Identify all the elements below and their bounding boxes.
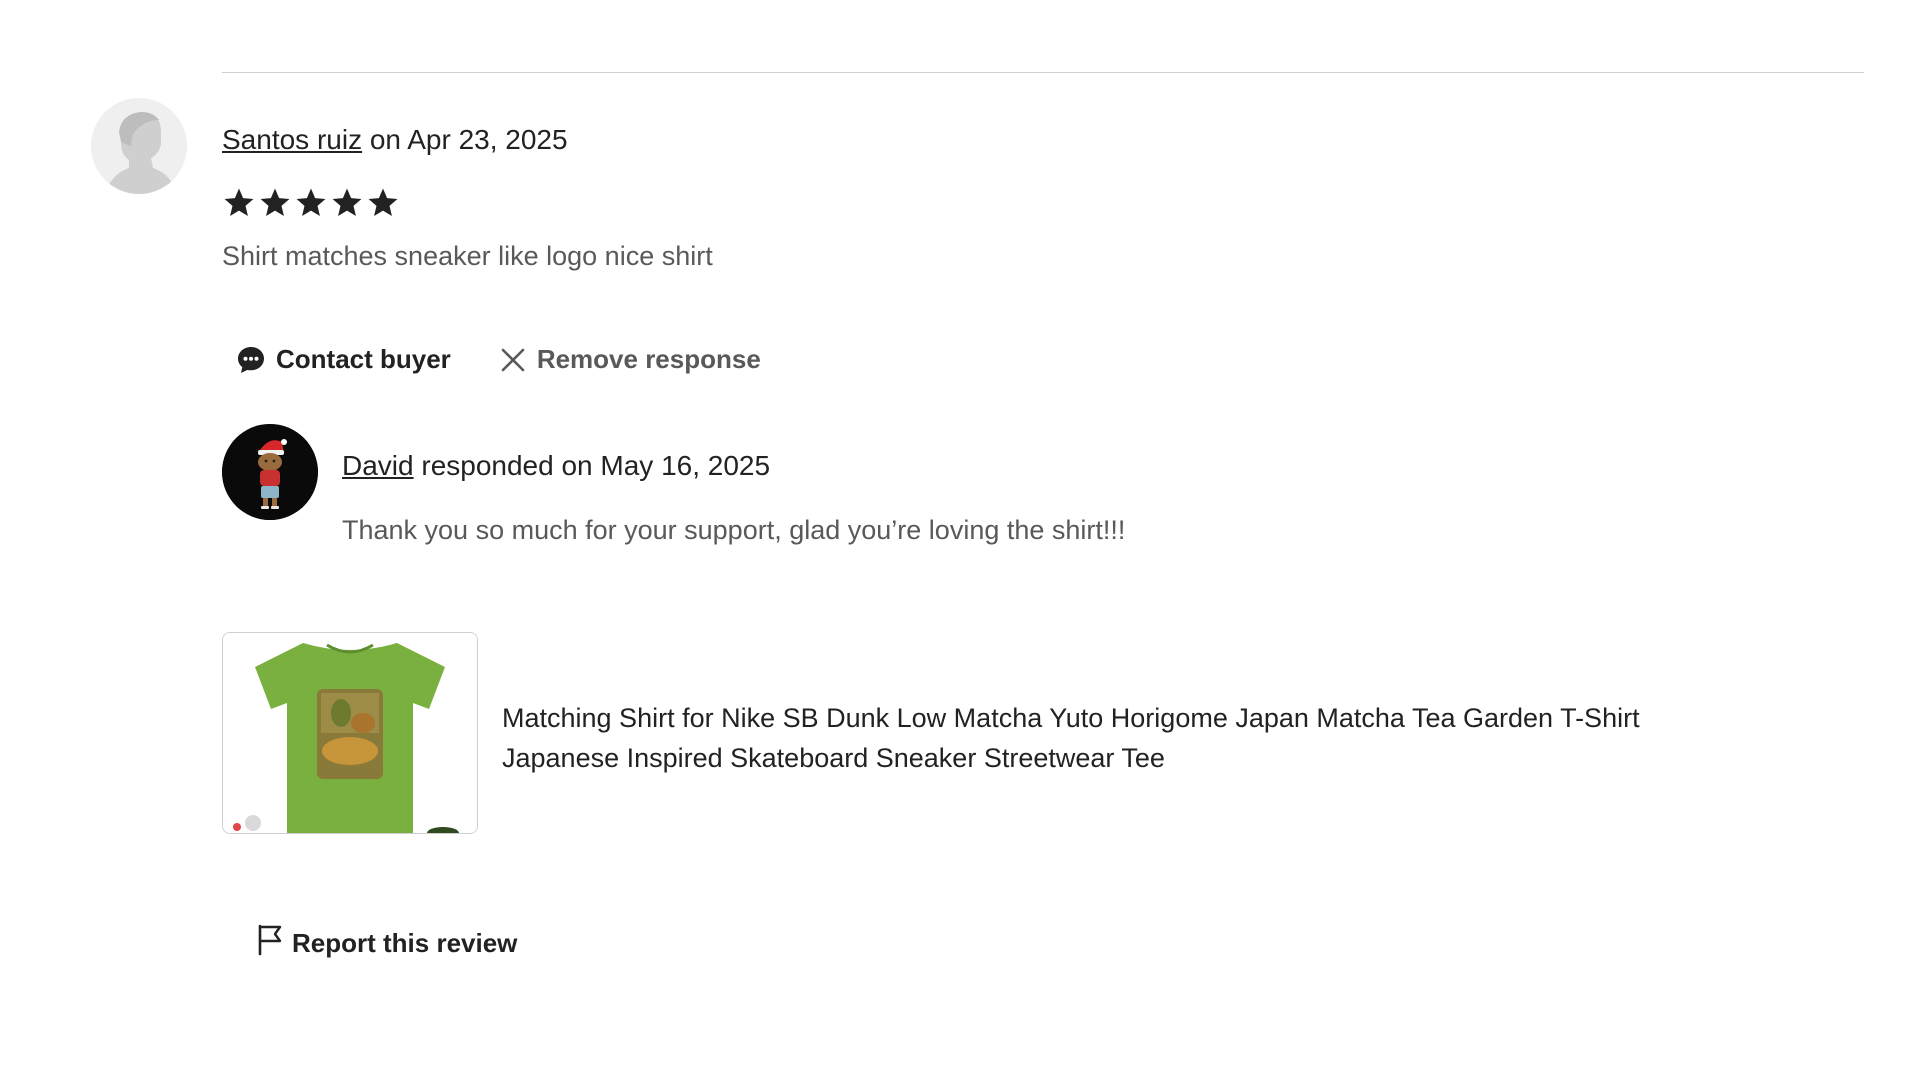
product-title-line-2: Japanese Inspired Skateboard Sneaker Str… (502, 743, 1165, 773)
default-avatar-icon (91, 98, 187, 194)
review-actions: Contact buyer Remove response (236, 344, 761, 375)
chat-bubble-icon (236, 345, 266, 375)
review-page: Santos ruiz on Apr 23, 2025 Shirt matche… (0, 0, 1920, 1080)
divider (222, 72, 1864, 73)
response-date: responded on May 16, 2025 (413, 450, 771, 481)
star-icon (366, 186, 400, 220)
product-thumbnail[interactable] (222, 632, 478, 834)
seller-avatar[interactable] (222, 424, 318, 520)
star-icon (294, 186, 328, 220)
contact-buyer-button[interactable]: Contact buyer (236, 344, 451, 375)
remove-response-button[interactable]: Remove response (499, 344, 761, 375)
responder-name-link[interactable]: David (342, 450, 414, 481)
report-review-label: Report this review (292, 928, 518, 958)
star-icon (258, 186, 292, 220)
close-icon (499, 346, 527, 374)
seller-avatar-image (222, 424, 318, 520)
flag-icon (256, 924, 284, 963)
response-header: David responded on May 16, 2025 (342, 448, 770, 484)
product-title-link[interactable]: Matching Shirt for Nike SB Dunk Low Matc… (502, 698, 1802, 778)
review-date: on Apr 23, 2025 (362, 124, 568, 155)
review-text: Shirt matches sneaker like logo nice shi… (222, 241, 713, 271)
star-icon (330, 186, 364, 220)
response-text: Thank you so much for your support, glad… (342, 515, 1126, 545)
reviewer-name-link[interactable]: Santos ruiz (222, 124, 362, 155)
report-review-button[interactable]: Report this review (256, 924, 517, 963)
star-rating (222, 186, 400, 220)
remove-response-label: Remove response (536, 344, 761, 374)
star-icon (222, 186, 256, 220)
contact-buyer-label: Contact buyer (276, 344, 451, 374)
reviewer-avatar[interactable] (91, 98, 187, 194)
tshirt-image (223, 633, 477, 833)
review-header: Santos ruiz on Apr 23, 2025 (222, 122, 568, 158)
product-title-line-1: Matching Shirt for Nike SB Dunk Low Matc… (502, 703, 1640, 733)
